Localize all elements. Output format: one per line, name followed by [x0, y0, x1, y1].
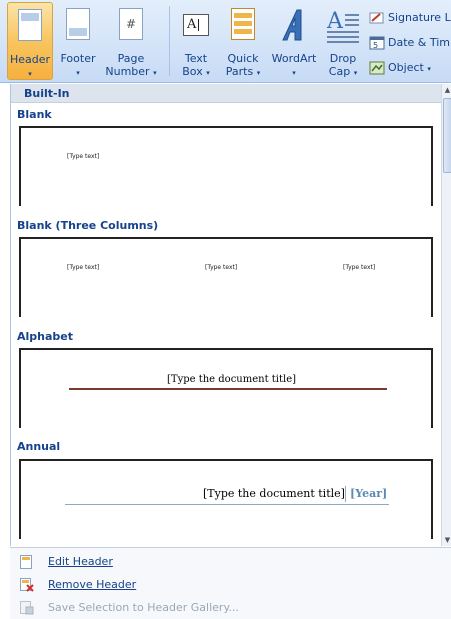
footer-label: Footer — [60, 52, 96, 65]
placeholder-text: [Type text] — [67, 264, 100, 271]
gallery-item-alphabet[interactable]: [Type the document title] — [19, 348, 433, 428]
chevron-down-icon: ▾ — [256, 69, 261, 77]
remove-header-label: Remove Header — [48, 578, 137, 591]
chevron-down-icon: ▾ — [427, 65, 431, 73]
text-box-icon: A — [183, 8, 209, 36]
chevron-down-icon: ▾ — [292, 69, 296, 77]
chevron-down-icon: ▾ — [76, 69, 80, 77]
title-rule — [69, 388, 387, 390]
header-button[interactable]: Header ▾ — [7, 2, 53, 80]
divider — [345, 486, 346, 502]
calendar-icon: 5 — [369, 36, 385, 50]
title-rule — [65, 504, 389, 505]
footer-icon — [66, 8, 90, 40]
footer-button[interactable]: Footer ▾ — [57, 2, 99, 80]
text-box-label-line1: Text — [184, 52, 208, 65]
chevron-down-icon: ▾ — [153, 69, 157, 77]
placeholder-text: [Type text] — [205, 264, 238, 271]
date-time-button[interactable]: 5 Date & Tim — [369, 33, 450, 53]
remove-header-menu-item[interactable]: Remove Header — [10, 574, 440, 596]
page-number-label-line1: Page — [117, 52, 145, 65]
gallery-category-blank: Blank — [17, 108, 52, 121]
header-label: Header — [9, 53, 51, 66]
gallery-scrollbar[interactable]: ▲ ▼ — [441, 84, 451, 546]
object-button[interactable]: Object ▾ — [369, 58, 431, 78]
object-icon — [369, 61, 385, 75]
scroll-up-arrow-icon[interactable]: ▲ — [442, 84, 451, 96]
drop-cap-button[interactable]: A Drop Cap ▾ — [324, 2, 362, 80]
date-time-label: Date & Tim — [388, 36, 451, 49]
header-menu: Edit Header Remove Header Save Selection… — [10, 547, 451, 619]
year-placeholder: [Year] — [350, 487, 388, 500]
header-gallery: Built-In Blank [Type text] Blank (Three … — [10, 84, 451, 546]
gallery-item-annual[interactable]: [Type the document title] [Year] — [19, 459, 433, 539]
save-selection-icon — [20, 601, 34, 615]
page-number-button[interactable]: # Page Number ▾ — [101, 2, 161, 80]
wordart-icon — [279, 8, 309, 45]
svg-text:5: 5 — [373, 41, 378, 50]
signature-icon — [369, 11, 385, 25]
wordart-button[interactable]: WordArt ▾ — [266, 2, 322, 80]
placeholder-text: [Type text] — [343, 264, 376, 271]
scroll-down-arrow-icon[interactable]: ▼ — [442, 534, 451, 546]
signature-line-label: Signature L — [388, 11, 451, 24]
chevron-down-icon: ▾ — [28, 70, 32, 78]
quick-parts-label-line2: Parts — [225, 65, 254, 78]
gallery-category-blank-three-columns: Blank (Three Columns) — [17, 219, 159, 232]
page-number-label-line2: Number — [105, 65, 150, 78]
object-label: Object — [388, 61, 424, 74]
gallery-item-blank[interactable]: [Type text] — [19, 126, 433, 206]
built-in-section-header: Built-In — [11, 84, 441, 103]
drop-cap-label-line2: Cap — [328, 65, 351, 78]
drop-cap-label-line1: Drop — [329, 52, 357, 65]
save-selection-menu-item: Save Selection to Header Gallery... — [10, 597, 440, 619]
signature-line-button[interactable]: Signature L — [369, 8, 451, 28]
edit-header-icon — [20, 555, 32, 569]
gallery-item-blank-three-columns[interactable]: [Type text] [Type text] [Type text] — [19, 237, 433, 317]
page-number-icon: # — [119, 8, 143, 40]
gallery-category-alphabet: Alphabet — [17, 330, 74, 343]
header-icon — [18, 9, 42, 41]
edit-header-label: Edit Header — [48, 555, 113, 568]
edit-header-menu-item[interactable]: Edit Header — [10, 551, 440, 573]
svg-text:A: A — [326, 9, 344, 34]
chevron-down-icon: ▾ — [206, 69, 210, 77]
remove-header-icon — [20, 578, 34, 592]
document-title-placeholder: [Type the document title] — [203, 487, 345, 500]
placeholder-text: [Type text] — [67, 153, 100, 160]
wordart-label: WordArt — [271, 52, 317, 65]
chevron-down-icon: ▾ — [353, 69, 358, 77]
ribbon: Header ▾ Footer ▾ # Page Number ▾ A Text — [0, 0, 451, 83]
drop-cap-icon: A — [325, 8, 361, 47]
scroll-thumb[interactable] — [443, 98, 451, 173]
gallery-category-annual: Annual — [17, 440, 61, 453]
save-selection-label: Save Selection to Header Gallery... — [48, 601, 239, 614]
quick-parts-icon — [231, 8, 255, 40]
document-title-placeholder: [Type the document title] — [167, 374, 297, 385]
quick-parts-label-line1: Quick — [227, 52, 259, 65]
text-box-button[interactable]: A Text Box ▾ — [176, 2, 216, 80]
quick-parts-button[interactable]: Quick Parts ▾ — [221, 2, 265, 80]
text-box-label-line2: Box — [182, 65, 203, 78]
ribbon-separator — [169, 6, 170, 76]
